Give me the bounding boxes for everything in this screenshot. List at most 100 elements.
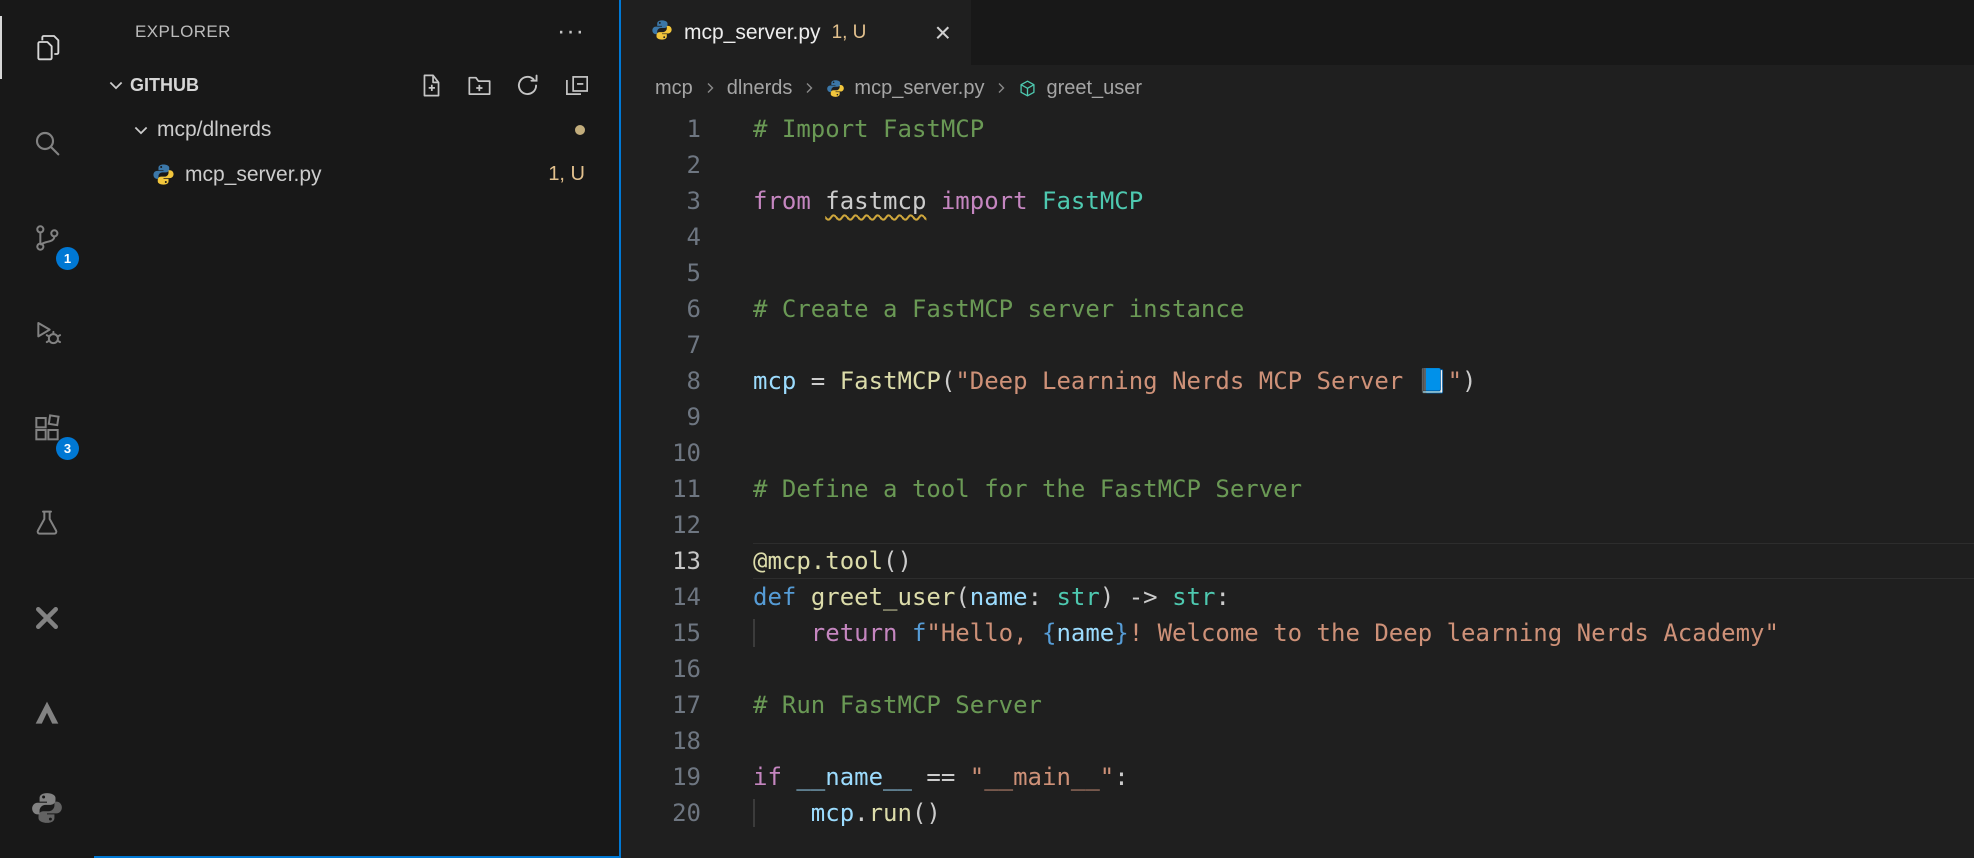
extensions-icon [31,412,63,444]
a-extension-icon [31,697,63,729]
activity-search[interactable] [0,95,94,190]
activity-testing[interactable] [0,475,94,570]
folder-label: mcp/dlnerds [157,117,272,141]
sidebar-title: EXPLORER [135,21,231,41]
explorer-sidebar: EXPLORER ··· GITHUB mcp/dlnerds mcp_serv… [94,0,621,858]
run-debug-icon [31,317,63,349]
line-number: 14 [672,583,701,611]
code-line[interactable]: 15 return f"Hello, {name}! Welcome to th… [621,615,1974,651]
more-actions-button[interactable]: ··· [553,19,589,44]
line-number: 10 [672,439,701,467]
line-number: 7 [686,331,701,359]
activity-bar: 1 3 [0,0,94,858]
line-number: 2 [686,151,701,179]
activity-run-debug[interactable] [0,285,94,380]
line-number: 19 [672,763,701,791]
new-file-button[interactable] [418,72,445,99]
tab-mcp-server[interactable]: mcp_server.py 1, U × [621,0,971,65]
chevron-down-icon [131,120,151,140]
code-line[interactable]: 9 [621,399,1974,435]
code-editor[interactable]: 1 # Import FastMCP 2 3 from fastmcp import F… [621,111,1974,858]
python-file-icon [651,19,673,46]
problems-git-badge: 1, U [548,163,585,185]
close-icon[interactable]: × [935,18,951,47]
source-control-badge: 1 [56,247,79,270]
code-line[interactable]: 5 [621,255,1974,291]
breadcrumb-item-mcp[interactable]: mcp [655,77,693,100]
line-number: 11 [672,475,701,503]
code-line[interactable]: 17 # Run FastMCP Server [621,687,1974,723]
activity-extension-x[interactable] [0,570,94,665]
line-number: 15 [672,619,701,647]
code-line[interactable]: 7 [621,327,1974,363]
code-line[interactable]: 12 [621,507,1974,543]
code-line[interactable]: 19 if __name__ == "__main__": [621,759,1974,795]
code-line[interactable]: 3 from fastmcp import FastMCP [621,183,1974,219]
refresh-button[interactable] [514,72,541,99]
line-number: 9 [686,403,701,431]
indent-guide [753,799,811,827]
editor-group: mcp_server.py 1, U × mcp dlnerds mcp_ser… [621,0,1974,858]
beaker-icon [31,507,63,539]
new-folder-button[interactable] [466,72,493,99]
breadcrumb: mcp dlnerds mcp_server.py greet_user [621,65,1974,111]
symbol-cube-icon [1018,79,1037,98]
code-line[interactable]: 1 # Import FastMCP [621,111,1974,147]
indent-guide [753,619,811,647]
collapse-all-button[interactable] [562,72,589,99]
breadcrumb-item-file[interactable]: mcp_server.py [854,77,984,100]
activity-source-control[interactable]: 1 [0,190,94,285]
activity-explorer[interactable] [0,0,94,95]
file-tree: mcp/dlnerds mcp_server.py 1, U [94,107,619,197]
code-line[interactable]: 13 @mcp.tool() [621,543,1974,579]
python-icon [30,791,64,825]
chevron-right-icon [702,80,718,96]
code-line[interactable]: 20 mcp.run() [621,795,1974,831]
tab-problems-git-badge: 1, U [831,21,867,43]
line-number: 6 [686,295,701,323]
activity-python[interactable] [0,760,94,855]
breadcrumb-item-symbol[interactable]: greet_user [1046,77,1142,100]
code-line[interactable]: 6 # Create a FastMCP server instance [621,291,1974,327]
file-label: mcp_server.py [185,162,322,186]
tab-bar: mcp_server.py 1, U × [621,0,1974,65]
activity-extension-a[interactable] [0,665,94,760]
line-number: 4 [686,223,701,251]
line-number: 17 [672,691,701,719]
tree-item-file[interactable]: mcp_server.py 1, U [94,152,619,197]
line-number: 12 [672,511,701,539]
code-line[interactable]: 14 def greet_user(name: str) -> str: [621,579,1974,615]
extensions-badge: 3 [56,437,79,460]
section-header-github[interactable]: GITHUB [94,63,619,107]
chevron-right-icon [801,80,817,96]
breadcrumb-item-dlnerds[interactable]: dlnerds [727,77,793,100]
x-extension-icon [32,603,62,633]
tab-label: mcp_server.py [684,20,821,44]
line-number: 13 [672,547,701,575]
search-icon [31,127,63,159]
code-line[interactable]: 4 [621,219,1974,255]
tree-item-folder[interactable]: mcp/dlnerds [94,107,619,152]
source-control-icon [31,222,63,254]
line-number: 8 [686,367,701,395]
code-line[interactable]: 18 [621,723,1974,759]
python-file-icon [152,163,175,186]
code-line[interactable]: 2 [621,147,1974,183]
section-label: GITHUB [130,74,199,95]
section-actions [418,72,619,99]
code-line[interactable]: 8 mcp = FastMCP("Deep Learning Nerds MCP … [621,363,1974,399]
activity-extensions[interactable]: 3 [0,380,94,475]
code-line[interactable]: 11 # Define a tool for the FastMCP Server [621,471,1974,507]
sidebar-header: EXPLORER ··· [94,0,619,63]
explorer-icon [31,32,63,64]
line-number: 3 [686,187,701,215]
line-number: 5 [686,259,701,287]
chevron-down-icon [106,75,126,95]
code-line[interactable]: 16 [621,651,1974,687]
python-file-icon [826,79,845,98]
chevron-right-icon [993,80,1009,96]
modified-dot-badge [575,124,585,135]
code-line[interactable]: 10 [621,435,1974,471]
line-number: 20 [672,799,701,827]
line-number: 16 [672,655,701,683]
